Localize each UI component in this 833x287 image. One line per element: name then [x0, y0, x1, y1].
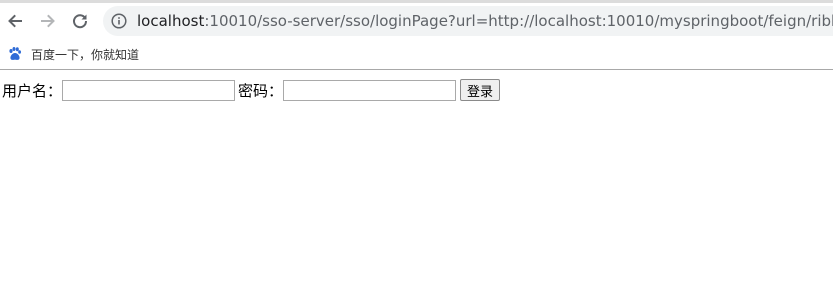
url-path: :10010/sso-server/sso/loginPage?url=http… — [204, 12, 833, 30]
password-label: 密码： — [238, 81, 284, 100]
forward-button[interactable] — [35, 8, 61, 34]
bookmark-label: 百度一下，你就知道 — [31, 47, 140, 62]
username-input[interactable] — [62, 79, 236, 101]
info-icon[interactable] — [111, 13, 127, 29]
page-content: 用户名： 密码： 登录 — [0, 70, 833, 270]
url-text[interactable]: localhost:10010/sso-server/sso/loginPage… — [137, 12, 833, 30]
password-input[interactable] — [283, 79, 457, 101]
bookmark-baidu[interactable]: 百度一下，你就知道 — [7, 44, 139, 64]
browser-toolbar: localhost:10010/sso-server/sso/loginPage… — [0, 3, 833, 39]
username-label: 用户名： — [2, 81, 63, 100]
back-arrow-icon — [8, 14, 22, 28]
back-button[interactable] — [2, 8, 28, 34]
address-bar[interactable]: localhost:10010/sso-server/sso/loginPage… — [103, 6, 833, 36]
login-button[interactable]: 登录 — [460, 79, 501, 101]
reload-button[interactable] — [67, 8, 93, 34]
login-form: 用户名： 密码： 登录 — [2, 79, 501, 101]
bookmarks-bar: 百度一下，你就知道 — [0, 39, 833, 70]
forward-arrow-icon — [41, 14, 55, 28]
reload-icon — [73, 14, 88, 29]
baidu-paw-icon — [9, 47, 21, 60]
url-host: localhost — [137, 12, 205, 30]
